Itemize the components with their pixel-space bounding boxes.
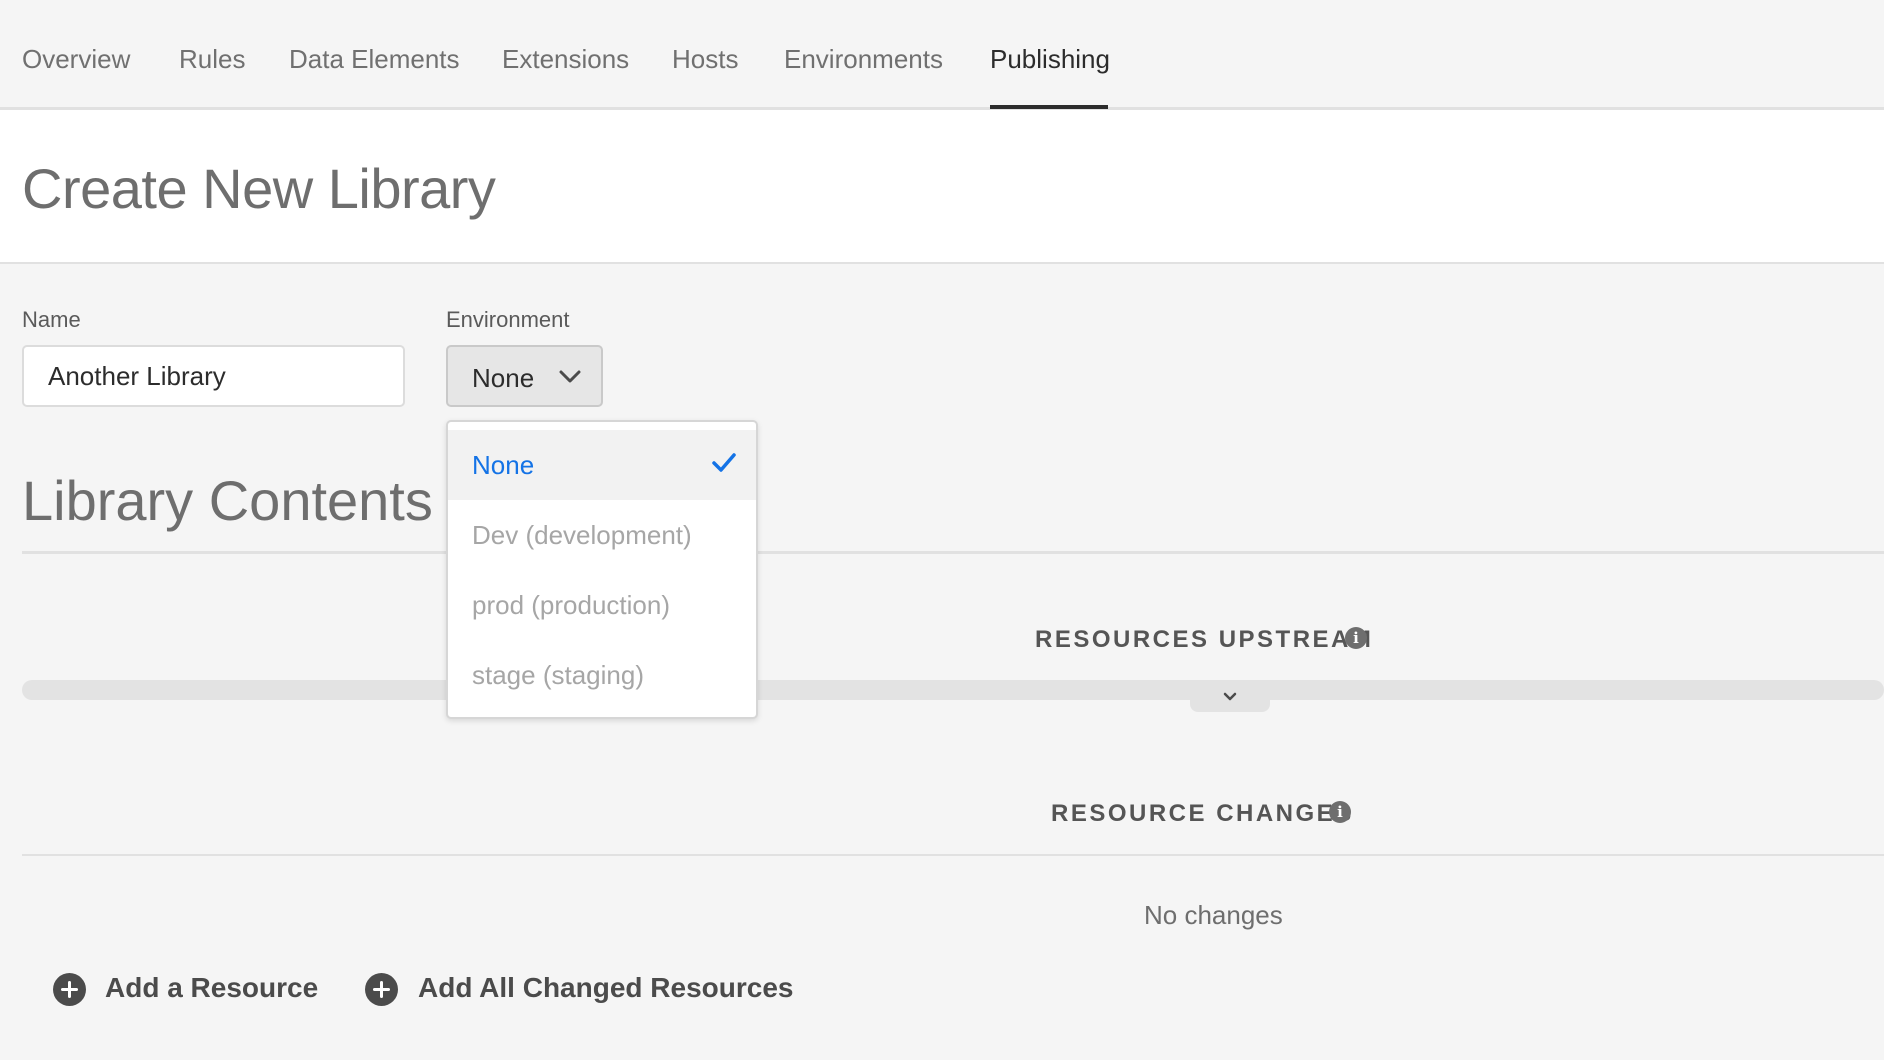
add-all-changed-resources-label: Add All Changed Resources <box>418 972 794 1003</box>
resources-upstream-bar <box>22 680 1884 700</box>
dropdown-option-label: prod (production) <box>472 590 670 620</box>
tab-publishing[interactable]: Publishing <box>990 44 1110 75</box>
page-title: Create New Library <box>22 157 496 220</box>
dropdown-option-dev[interactable]: Dev (development) <box>448 500 756 570</box>
tab-environments[interactable]: Environments <box>784 44 943 75</box>
plus-circle-icon <box>53 973 86 1006</box>
name-label: Name <box>22 307 81 332</box>
active-tab-indicator <box>990 105 1108 109</box>
expand-upstream-button[interactable] <box>1190 688 1270 712</box>
dropdown-option-none[interactable]: None <box>448 430 756 500</box>
tab-rules[interactable]: Rules <box>179 44 245 75</box>
add-resource-button[interactable]: Add a Resource <box>53 970 318 1010</box>
divider <box>22 551 1884 554</box>
plus-circle-icon <box>365 973 398 1006</box>
tab-hosts[interactable]: Hosts <box>672 44 738 75</box>
dropdown-option-label: None <box>472 450 535 480</box>
add-all-changed-resources-button[interactable]: Add All Changed Resources <box>365 970 793 1010</box>
info-icon[interactable]: i <box>1329 801 1351 823</box>
top-nav-tabs: Overview Rules Data Elements Extensions … <box>0 0 1884 110</box>
chevron-down-icon <box>1223 692 1237 701</box>
name-input[interactable] <box>22 345 405 407</box>
divider <box>22 854 1884 856</box>
tab-extensions[interactable]: Extensions <box>502 44 629 75</box>
checkmark-icon <box>712 453 736 472</box>
resources-upstream-heading: RESOURCES UPSTREAM <box>1035 626 1374 653</box>
page: Overview Rules Data Elements Extensions … <box>0 0 1884 1060</box>
dropdown-option-stage[interactable]: stage (staging) <box>448 640 756 710</box>
environment-label: Environment <box>446 307 570 332</box>
environment-dropdown-menu: None Dev (development) prod (production)… <box>446 420 758 719</box>
info-icon[interactable]: i <box>1345 627 1367 649</box>
tab-overview[interactable]: Overview <box>22 44 130 75</box>
dropdown-option-label: stage (staging) <box>472 660 644 690</box>
add-resource-label: Add a Resource <box>105 972 319 1003</box>
environment-select[interactable]: None <box>446 345 603 407</box>
page-header: Create New Library <box>0 110 1884 264</box>
environment-select-value: None <box>472 363 535 393</box>
chevron-down-icon <box>559 370 581 383</box>
library-contents-title: Library Contents <box>22 469 433 532</box>
dropdown-option-prod[interactable]: prod (production) <box>448 570 756 640</box>
tab-data-elements[interactable]: Data Elements <box>289 44 460 75</box>
dropdown-option-label: Dev (development) <box>472 520 692 550</box>
resource-changes-heading: RESOURCE CHANGES <box>1051 800 1354 827</box>
no-changes-text: No changes <box>1144 900 1283 930</box>
